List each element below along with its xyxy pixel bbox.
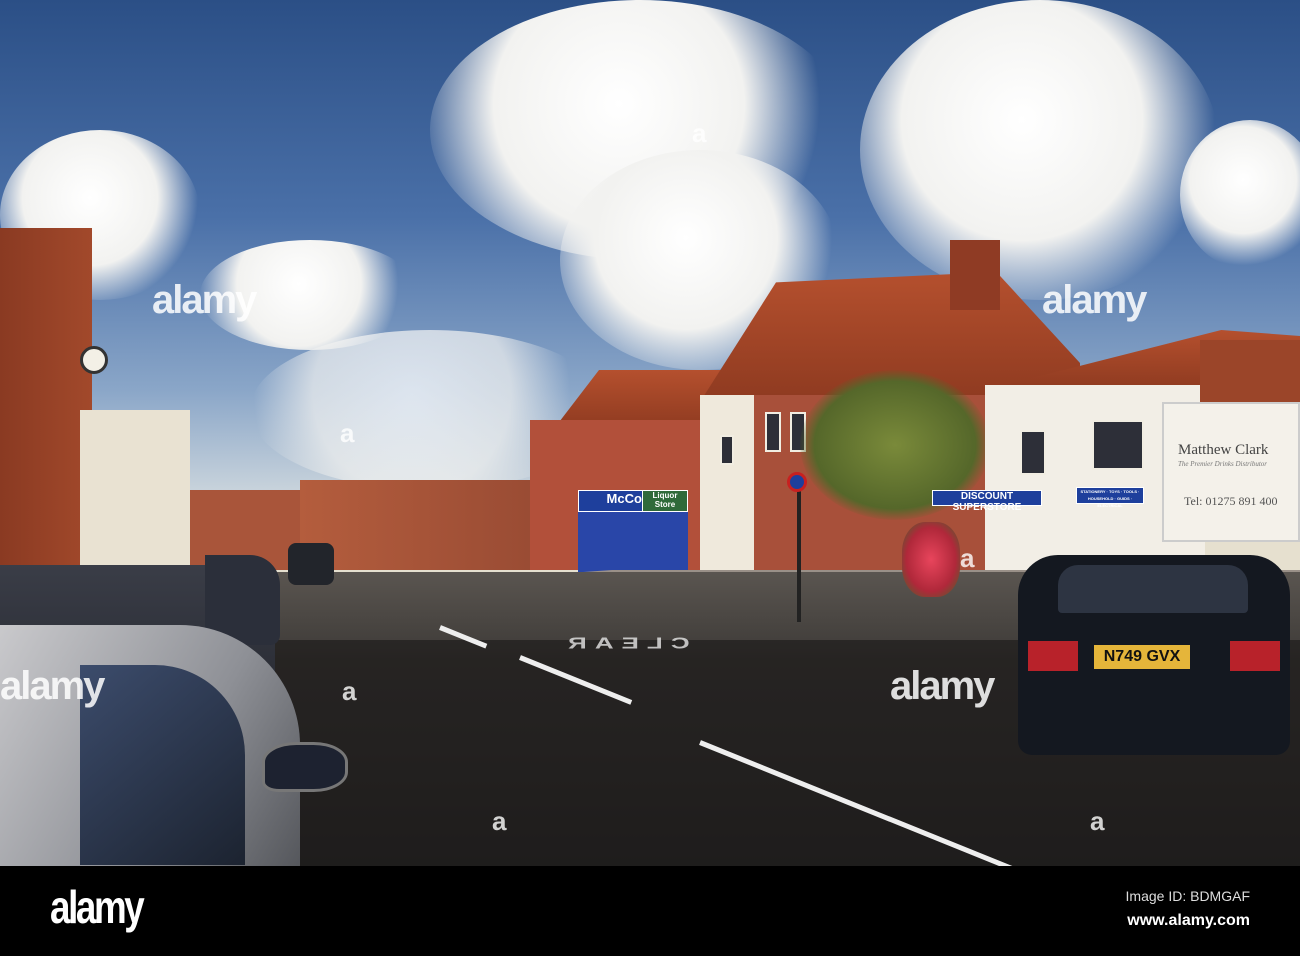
shop-sign: Liquor Store [642, 490, 688, 512]
tail-light [1028, 641, 1078, 671]
road-marking: CLEAR [560, 634, 690, 653]
car-rear-window [1058, 565, 1248, 613]
building-left-2 [80, 410, 190, 580]
number-plate: N749 GVX [1094, 645, 1190, 669]
lorry: Matthew Clark The Premier Drinks Distrib… [1162, 402, 1300, 542]
site-url[interactable]: www.alamy.com [1127, 912, 1250, 930]
window [765, 412, 781, 452]
watermark-letter: a [340, 418, 355, 448]
image-id: Image ID: BDMGAF [1125, 888, 1250, 904]
window [1020, 430, 1046, 475]
distant-car [288, 543, 334, 585]
watermark-letter: a [492, 806, 507, 836]
wing-mirror [262, 742, 348, 792]
lorry-tagline: The Premier Drinks Distributor [1178, 460, 1267, 468]
tail-light [1230, 641, 1280, 671]
watermark: alamy [152, 278, 257, 322]
watermark: alamy [1042, 278, 1147, 322]
shop-sign: STATIONERY · TOYS · TOOLS · HOUSEHOLD · … [1076, 487, 1144, 508]
alamy-logo: alamy [50, 881, 145, 933]
cloud [860, 0, 1220, 300]
window [1092, 420, 1144, 470]
footer-bar: alamy Image ID: BDMGAF www.alamy.com [0, 866, 1300, 956]
clock-icon [80, 346, 108, 374]
car-window-reflection [80, 665, 245, 865]
building-distant [300, 480, 530, 570]
watermark: alamy [890, 664, 995, 708]
no-stopping-sign-icon [787, 472, 807, 492]
lorry-phone: Tel: 01275 891 400 [1184, 494, 1278, 508]
shop-sign: DISCOUNT SUPERSTORE [932, 490, 1042, 513]
watermark-letter: a [342, 676, 357, 706]
street-photo: McColl's Liquor Store DISCOUNT SUPERSTOR… [0, 0, 1300, 866]
watermark-letter: a [960, 543, 975, 573]
flower-planter [902, 522, 960, 597]
lorry-brand: Matthew Clark [1178, 442, 1269, 458]
watermark: alamy [0, 664, 105, 708]
watermark-letter: a [1090, 806, 1105, 836]
shopfront [578, 512, 688, 572]
building-left [0, 228, 92, 578]
black-car: N749 GVX [1018, 555, 1290, 755]
watermark-letter: a [692, 118, 707, 148]
chimney [950, 240, 1000, 310]
window [720, 435, 734, 465]
sign-post [797, 490, 801, 622]
